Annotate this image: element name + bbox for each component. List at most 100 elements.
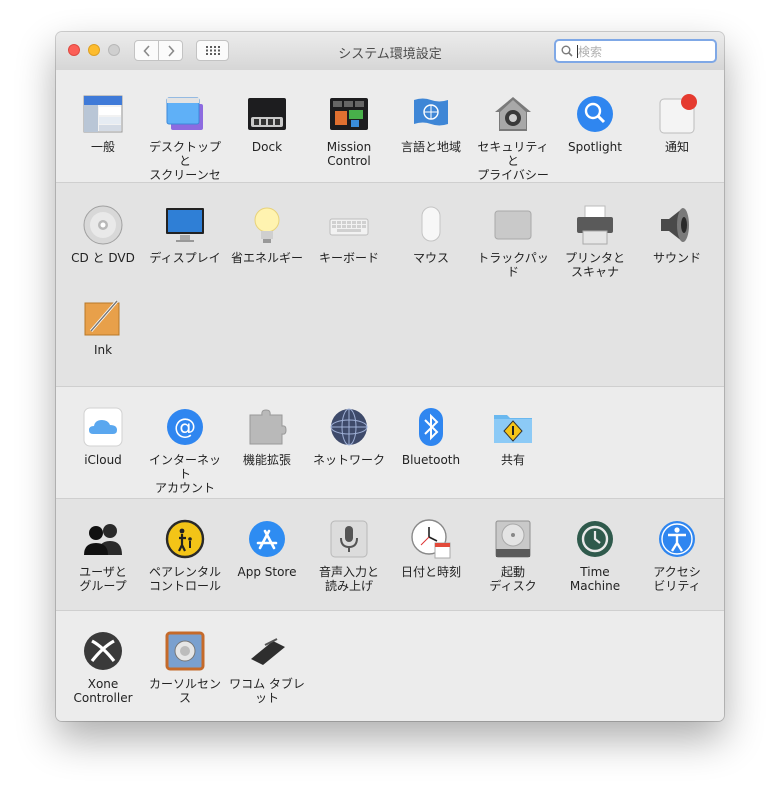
pref-label: ディスプレイ — [149, 251, 221, 265]
pref-label: セキュリティと プライバシー — [477, 140, 549, 182]
pref-label: Bluetooth — [401, 453, 461, 467]
puzzle-piece-icon — [247, 407, 287, 447]
monitor-icon — [165, 205, 205, 245]
pref-ink[interactable]: Ink — [62, 297, 144, 357]
pref-label: 起動 ディスク — [489, 565, 537, 593]
section-other: Xone Controller カーソルセンス ワコム タブレット — [56, 611, 724, 721]
microphone-icon — [329, 519, 369, 559]
keyboard-icon — [329, 205, 369, 245]
section-personal: 一般 デスクトップと スクリーンセーバ Dock Mission Control… — [56, 70, 724, 196]
pref-label: ワコム タブレット — [229, 677, 305, 705]
pref-energy-saver[interactable]: 省エネルギー — [226, 205, 308, 265]
section-internet: iCloud @ インターネット アカウント 機能拡張 ネットワーク Bluet… — [56, 387, 724, 499]
notification-icon — [657, 94, 697, 134]
pref-time-machine[interactable]: Time Machine — [554, 519, 636, 593]
accessibility-icon — [657, 519, 697, 559]
pref-label: カーソルセンス — [148, 677, 221, 705]
pref-keyboard[interactable]: キーボード — [308, 205, 390, 265]
pref-label: Dock — [251, 140, 283, 154]
pref-label: 機能拡張 — [242, 453, 291, 467]
pref-wacom-tablet[interactable]: ワコム タブレット — [226, 631, 308, 705]
pref-security[interactable]: セキュリティと プライバシー — [472, 94, 554, 182]
pref-label: App Store — [237, 565, 297, 579]
disc-icon — [83, 205, 123, 245]
pref-icloud[interactable]: iCloud — [62, 407, 144, 467]
search-icon — [561, 45, 573, 57]
pref-label: キーボード — [318, 251, 379, 265]
at-sign-icon: @ — [165, 407, 205, 447]
printer-icon — [575, 205, 615, 245]
mouse-icon — [411, 205, 451, 245]
pref-date-time[interactable]: 日付と時刻 — [390, 519, 472, 579]
pref-notifications[interactable]: 通知 — [636, 94, 718, 154]
pref-network[interactable]: ネットワーク — [308, 407, 390, 467]
pref-displays[interactable]: ディスプレイ — [144, 205, 226, 265]
pref-label: ペアレンタル コントロール — [148, 565, 221, 593]
hard-disk-icon — [493, 519, 533, 559]
pref-label: 省エネルギー — [230, 251, 303, 265]
pref-label: 通知 — [664, 140, 689, 154]
title-bar: システム環境設定 検索 — [56, 32, 724, 71]
pref-cursor-sense[interactable]: カーソルセンス — [144, 631, 226, 705]
pref-label: CD と DVD — [71, 251, 135, 265]
un-flag-icon — [411, 94, 451, 134]
house-lock-icon — [493, 94, 533, 134]
cursor-sense-icon — [165, 631, 205, 671]
pref-sound[interactable]: サウンド — [636, 205, 718, 265]
pref-label: Xone Controller — [73, 677, 133, 705]
dock-icon — [247, 94, 287, 134]
pref-startup-disk[interactable]: 起動 ディスク — [472, 519, 554, 593]
pref-trackpad[interactable]: トラックパッド — [472, 205, 554, 279]
pref-dock[interactable]: Dock — [226, 94, 308, 154]
light-bulb-icon — [247, 205, 287, 245]
pref-general[interactable]: 一般 — [62, 94, 144, 154]
pref-xone-controller[interactable]: Xone Controller — [62, 631, 144, 705]
pref-label: 共有 — [500, 453, 525, 467]
pref-sharing[interactable]: 共有 — [472, 407, 554, 467]
pref-desktop[interactable]: デスクトップと スクリーンセーバ — [144, 94, 226, 196]
cloud-icon — [83, 407, 123, 447]
pref-parental-controls[interactable]: ペアレンタル コントロール — [144, 519, 226, 593]
pref-label: 一般 — [90, 140, 115, 154]
pref-label: マウス — [412, 251, 449, 265]
pref-bluetooth[interactable]: Bluetooth — [390, 407, 472, 467]
pref-internet-accounts[interactable]: @ インターネット アカウント — [144, 407, 226, 495]
users-icon — [83, 519, 123, 559]
pref-dictation-speech[interactable]: 音声入力と 読み上げ — [308, 519, 390, 593]
pref-printers[interactable]: プリンタと スキャナ — [554, 205, 636, 279]
speaker-icon — [657, 205, 697, 245]
pref-label: 日付と時刻 — [400, 565, 461, 579]
pref-accessibility[interactable]: アクセシ ビリティ — [636, 519, 718, 593]
pref-label: Ink — [93, 343, 113, 357]
pref-users-groups[interactable]: ユーザと グループ — [62, 519, 144, 593]
pref-label: 音声入力と 読み上げ — [318, 565, 379, 593]
desktop-icon — [165, 94, 205, 134]
pref-app-store[interactable]: App Store — [226, 519, 308, 579]
xbox-logo-icon — [83, 631, 123, 671]
pref-language-region[interactable]: 言語と地域 — [390, 94, 472, 154]
section-system: ユーザと グループ ペアレンタル コントロール App Store 音声入力と … — [56, 499, 724, 611]
pref-label: iCloud — [84, 453, 122, 467]
svg-text:@: @ — [174, 415, 196, 440]
general-icon — [83, 94, 123, 134]
magnifier-icon — [575, 94, 615, 134]
pref-extensions[interactable]: 機能拡張 — [226, 407, 308, 467]
pref-mission-control[interactable]: Mission Control — [308, 94, 390, 168]
section-hardware: CD と DVD ディスプレイ 省エネルギー キーボード マウス トラックパッド… — [56, 183, 724, 387]
pref-label: Time Machine — [569, 565, 621, 593]
app-store-icon — [247, 519, 287, 559]
globe-icon — [329, 407, 369, 447]
system-preferences-window: システム環境設定 検索 一般 デスクトップと スクリーンセーバ Dock — [56, 32, 724, 721]
search-field[interactable]: 検索 — [554, 39, 717, 63]
shared-folder-icon — [493, 407, 533, 447]
pref-mouse[interactable]: マウス — [390, 205, 472, 265]
pref-cd-dvd[interactable]: CD と DVD — [62, 205, 144, 265]
pref-label: トラックパッド — [477, 251, 549, 279]
pref-label: インターネット アカウント — [148, 453, 221, 495]
pref-label: 言語と地域 — [400, 140, 461, 154]
pref-label: ユーザと グループ — [79, 565, 127, 593]
pref-spotlight[interactable]: Spotlight — [554, 94, 636, 154]
pref-label: ネットワーク — [312, 453, 385, 467]
mission-control-icon — [329, 94, 369, 134]
parental-controls-icon — [165, 519, 205, 559]
